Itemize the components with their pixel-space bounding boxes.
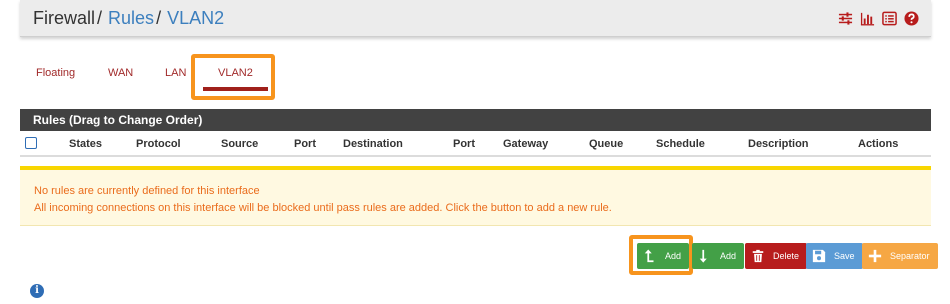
no-rules-warning: No rules are currently defined for this … — [20, 166, 931, 226]
tab-lan[interactable]: LAN — [165, 67, 186, 79]
rules-panel-title: Rules (Drag to Change Order) — [20, 109, 931, 131]
column-header-source-port: Port — [294, 138, 316, 150]
active-tab-indicator — [203, 87, 268, 91]
help-icon[interactable] — [904, 11, 919, 26]
column-header-actions: Actions — [858, 138, 899, 150]
column-header-destination-port: Port — [453, 138, 475, 150]
breadcrumb-separator: / — [97, 8, 103, 28]
delete-label: Delete — [773, 251, 800, 261]
list-icon[interactable] — [882, 11, 897, 26]
tab-vlan2[interactable]: VLAN2 — [218, 67, 253, 79]
add-bottom-label: Add — [720, 251, 737, 261]
add-separator-button[interactable]: Separator — [862, 243, 938, 269]
column-header-source: Source — [221, 138, 259, 150]
select-all-checkbox[interactable] — [25, 137, 37, 149]
tab-wan[interactable]: WAN — [108, 67, 133, 79]
breadcrumb-separator: / — [156, 8, 162, 28]
add-rule-bottom-button[interactable]: Add — [692, 243, 745, 269]
bar-chart-icon[interactable] — [860, 11, 875, 26]
separator-label: Separator — [890, 251, 930, 261]
column-header-states: States — [69, 138, 103, 150]
column-header-gateway: Gateway — [503, 138, 549, 150]
column-header-destination: Destination — [343, 138, 403, 150]
save-label: Save — [834, 251, 855, 261]
plus-icon — [868, 249, 882, 263]
rules-panel: Rules (Drag to Change Order) States Prot… — [20, 109, 931, 157]
warning-line-1: No rules are currently defined for this … — [34, 185, 260, 197]
sliders-icon[interactable] — [838, 11, 853, 26]
info-icon[interactable]: i — [30, 284, 44, 298]
arrow-down-icon — [699, 249, 707, 263]
header-icon-group — [838, 11, 919, 26]
breadcrumb: Firewall / Rules / VLAN2 — [33, 8, 224, 28]
trash-icon — [752, 249, 764, 263]
add-top-highlight — [629, 235, 693, 275]
column-header-protocol: Protocol — [136, 138, 181, 150]
page-header: Firewall / Rules / VLAN2 — [20, 0, 931, 37]
save-icon — [812, 249, 826, 263]
column-header-description: Description — [748, 138, 809, 150]
warning-line-2: All incoming connections on this interfa… — [34, 202, 612, 214]
tab-floating[interactable]: Floating — [36, 67, 75, 79]
column-header-queue: Queue — [589, 138, 624, 150]
rules-table-header: States Protocol Source Port Destination … — [20, 131, 931, 157]
save-button[interactable]: Save — [806, 243, 863, 269]
breadcrumb-firewall: Firewall — [33, 8, 96, 28]
breadcrumb-vlan2-link[interactable]: VLAN2 — [167, 8, 224, 28]
breadcrumb-rules-link[interactable]: Rules — [108, 8, 154, 28]
delete-button[interactable]: Delete — [745, 243, 808, 269]
column-header-schedule: Schedule — [656, 138, 705, 150]
